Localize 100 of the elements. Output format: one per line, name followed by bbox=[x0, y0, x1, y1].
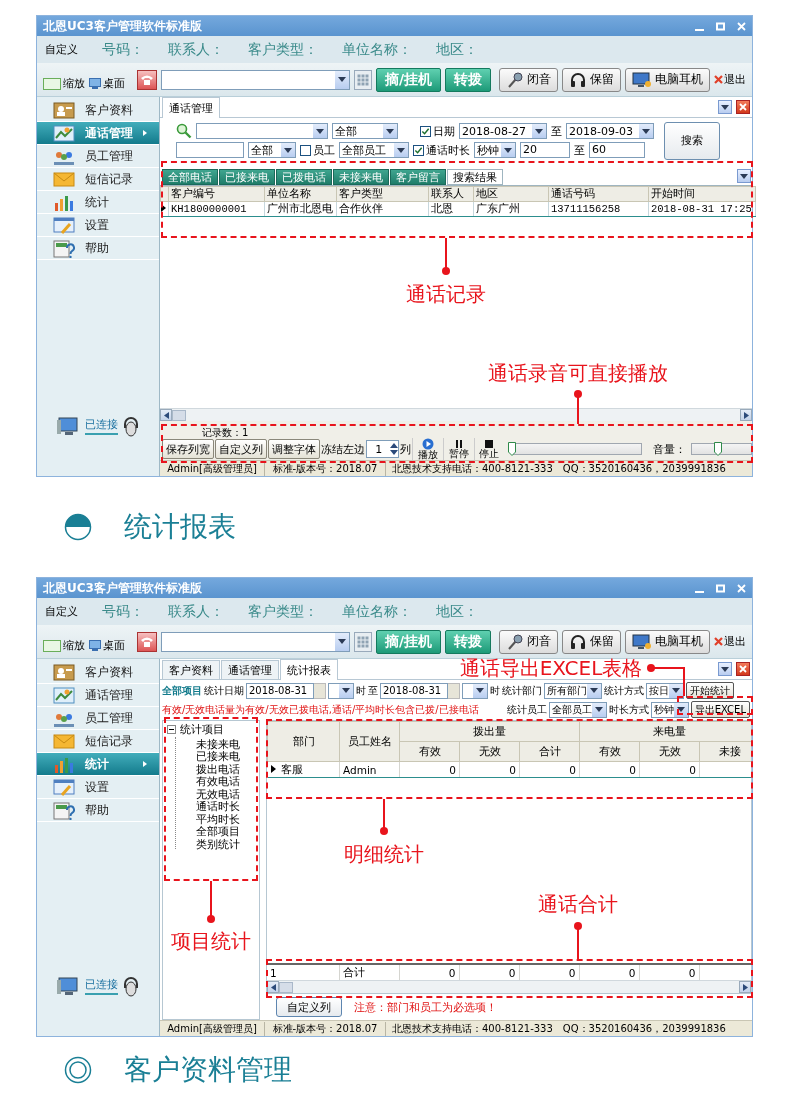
column-header[interactable]: 部门 bbox=[267, 721, 340, 762]
sidebar-item[interactable]: 通话管理 bbox=[37, 122, 159, 145]
sidebar-item[interactable]: 统计 bbox=[37, 753, 159, 776]
slider-thumb[interactable] bbox=[507, 442, 516, 456]
sidebar-item[interactable]: 客户资料 bbox=[37, 661, 159, 684]
customize-button[interactable]: 自定义 bbox=[45, 604, 78, 619]
maximize-icon[interactable] bbox=[716, 583, 725, 593]
input-field[interactable]: 20 bbox=[520, 142, 570, 158]
seek-track[interactable] bbox=[510, 443, 642, 455]
dropdown[interactable]: 全部员工 bbox=[548, 701, 607, 718]
sidebar-item[interactable]: 帮助 bbox=[37, 799, 159, 822]
checkbox[interactable] bbox=[420, 125, 431, 137]
action-button[interactable]: 开始统计 bbox=[686, 682, 734, 699]
column-header[interactable]: 客户编号 bbox=[168, 186, 265, 202]
column-header[interactable]: 单位名称 bbox=[264, 186, 337, 202]
tab[interactable]: 搜索结果 bbox=[447, 169, 503, 185]
desktop-button[interactable]: 桌面 bbox=[89, 638, 125, 653]
tree-item[interactable]: 未接来电 bbox=[180, 736, 259, 749]
tab[interactable]: 已拨电话 bbox=[276, 169, 332, 185]
sidebar-item[interactable]: 设置 bbox=[37, 776, 159, 799]
scroll-right-button[interactable] bbox=[739, 981, 751, 993]
scrollbar-thumb[interactable] bbox=[172, 409, 186, 421]
dropdown-button[interactable] bbox=[718, 662, 732, 676]
column-header[interactable]: 员工姓名 bbox=[339, 721, 400, 762]
search-button[interactable]: 搜索 bbox=[664, 121, 720, 160]
mute-button[interactable]: 闭音 bbox=[499, 67, 558, 92]
date-field[interactable]: 2018-08-31 bbox=[380, 682, 448, 699]
sidebar-item[interactable]: 帮助 bbox=[37, 237, 159, 260]
tab[interactable]: 客户留言 bbox=[390, 169, 446, 185]
toolbar-button[interactable]: 保存列宽 bbox=[162, 439, 214, 459]
exit-button[interactable]: 退出 bbox=[714, 634, 746, 649]
hold-button[interactable]: 保留 bbox=[562, 67, 621, 92]
phone-button[interactable] bbox=[137, 69, 157, 90]
close-button[interactable] bbox=[736, 662, 750, 676]
tree-item[interactable]: 平均时长 bbox=[180, 811, 259, 824]
tab[interactable]: 未接来电 bbox=[333, 169, 389, 185]
close-icon[interactable] bbox=[737, 21, 746, 31]
tree-item[interactable]: 无效电话 bbox=[180, 786, 259, 799]
toolbar-button[interactable]: 调整字体 bbox=[268, 439, 320, 459]
scroll-right-button[interactable] bbox=[740, 409, 752, 421]
dropdown[interactable]: 秒钟 bbox=[650, 701, 689, 718]
column-header[interactable]: 联系人 bbox=[428, 186, 474, 202]
scroll-left-button[interactable] bbox=[160, 409, 172, 421]
tree-node[interactable]: 统计项目 bbox=[167, 723, 224, 735]
input-field[interactable] bbox=[176, 142, 244, 158]
dropdown[interactable]: 全部 bbox=[248, 142, 296, 158]
keypad-button[interactable] bbox=[353, 631, 372, 652]
tab[interactable]: 通话管理 bbox=[162, 97, 220, 118]
keypad-button[interactable] bbox=[353, 69, 372, 90]
dropdown[interactable] bbox=[462, 682, 488, 699]
checkbox[interactable] bbox=[413, 144, 424, 156]
toolbar-button[interactable]: 自定义列 bbox=[215, 439, 267, 459]
headset-button[interactable]: 电脑耳机 bbox=[625, 67, 710, 92]
number-field[interactable] bbox=[160, 631, 350, 652]
sidebar-item[interactable]: 员工管理 bbox=[37, 145, 159, 168]
close-icon[interactable] bbox=[737, 583, 746, 593]
column-header[interactable]: 客户类型 bbox=[336, 186, 429, 202]
scroll-left-button[interactable] bbox=[267, 981, 279, 993]
dropdown-button[interactable] bbox=[718, 100, 732, 114]
hold-button[interactable]: 保留 bbox=[562, 629, 621, 654]
scrollbar-thumb[interactable] bbox=[279, 981, 293, 993]
tab[interactable]: 已接来电 bbox=[219, 169, 275, 185]
column-header[interactable]: 地区 bbox=[473, 186, 549, 202]
dropdown[interactable]: 2018-08-27 bbox=[459, 123, 547, 139]
dropdown[interactable]: 秒钟 bbox=[474, 142, 516, 158]
sidebar-item[interactable]: 员工管理 bbox=[37, 707, 159, 730]
headset-button[interactable]: 电脑耳机 bbox=[625, 629, 710, 654]
dropdown[interactable]: 全部 bbox=[332, 123, 398, 139]
volume-track[interactable] bbox=[690, 443, 752, 455]
tab[interactable]: 统计报表 bbox=[280, 659, 338, 680]
input-field[interactable]: 60 bbox=[589, 142, 645, 158]
desktop-button[interactable]: 桌面 bbox=[89, 76, 125, 91]
tree-item[interactable]: 全部项目 bbox=[180, 824, 259, 837]
column-header[interactable]: 开始时间 bbox=[648, 186, 756, 202]
tree-item[interactable]: 有效电话 bbox=[180, 774, 259, 787]
slider-thumb[interactable] bbox=[714, 442, 723, 456]
maximize-icon[interactable] bbox=[716, 21, 725, 31]
tree-item[interactable]: 已接来电 bbox=[180, 749, 259, 762]
dropdown[interactable]: 2018-09-03 bbox=[566, 123, 654, 139]
collapse-icon[interactable] bbox=[167, 724, 176, 734]
tree-item[interactable]: 类别统计 bbox=[180, 836, 259, 849]
dropdown[interactable]: 按日 bbox=[646, 682, 684, 699]
custom-columns-button[interactable]: 自定义列 bbox=[276, 997, 342, 1017]
tree-item[interactable]: 通话时长 bbox=[180, 799, 259, 812]
dropdown[interactable]: 全部员工 bbox=[339, 142, 409, 158]
spin-field[interactable]: 1 bbox=[366, 440, 400, 458]
sidebar-item[interactable]: 设置 bbox=[37, 214, 159, 237]
tab[interactable]: 通话管理 bbox=[221, 660, 279, 679]
tab[interactable]: 客户资料 bbox=[162, 660, 220, 679]
zoom-button[interactable]: 缩放 bbox=[43, 76, 85, 91]
sidebar-item[interactable]: 通话管理 bbox=[37, 684, 159, 707]
sidebar-item[interactable]: 统计 bbox=[37, 191, 159, 214]
mute-button[interactable]: 闭音 bbox=[499, 629, 558, 654]
tree-item[interactable]: 拨出电话 bbox=[180, 761, 259, 774]
tab[interactable]: 全部电话 bbox=[162, 169, 218, 185]
column-header[interactable]: 通话号码 bbox=[548, 186, 649, 202]
checkbox[interactable] bbox=[300, 144, 311, 156]
dropdown[interactable] bbox=[328, 682, 354, 699]
zoom-button[interactable]: 缩放 bbox=[43, 638, 85, 653]
close-button[interactable] bbox=[736, 100, 750, 114]
